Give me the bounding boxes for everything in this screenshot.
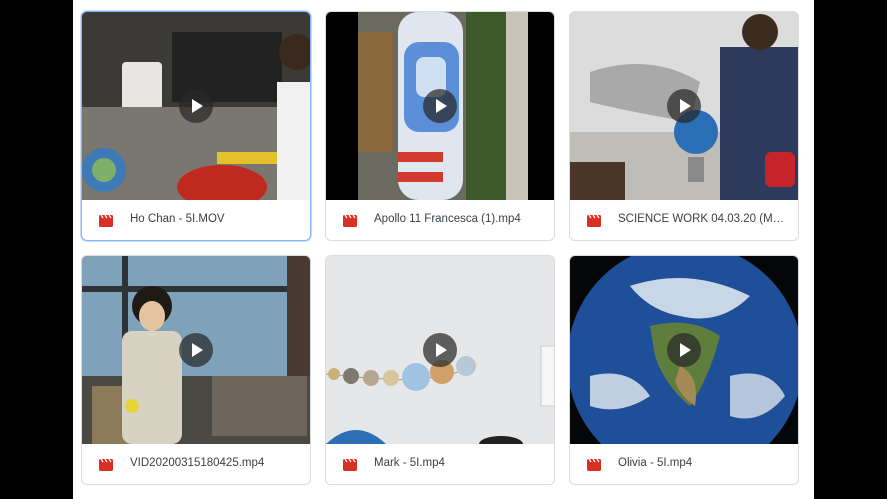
video-file-icon [343,214,357,227]
file-card[interactable]: Apollo 11 Francesca (1).mp4 [325,11,555,241]
file-card-footer: Apollo 11 Francesca (1).mp4 [326,200,554,240]
file-grid: Ho Chan - 5I.MOV Apollo 11 Francesca (1)… [73,0,814,499]
file-card-footer: Olivia - 5I.mp4 [570,444,798,484]
file-name: Mark - 5I.mp4 [374,457,445,469]
file-name: Olivia - 5I.mp4 [618,457,693,469]
play-icon[interactable] [423,333,457,367]
file-name: VID20200315180425.mp4 [130,457,265,469]
file-name: Apollo 11 Francesca (1).mp4 [374,213,521,225]
video-file-icon [99,458,113,471]
play-icon[interactable] [667,89,701,123]
video-thumbnail[interactable] [326,256,554,444]
play-icon[interactable] [423,89,457,123]
play-icon[interactable] [667,333,701,367]
file-card-footer: VID20200315180425.mp4 [82,444,310,484]
video-file-icon [343,458,357,471]
file-card[interactable]: Mark - 5I.mp4 [325,255,555,485]
video-thumbnail[interactable] [82,12,310,200]
file-card[interactable]: Ho Chan - 5I.MOV [81,11,311,241]
video-file-icon [99,214,113,227]
file-card[interactable]: SCIENCE WORK 04.03.20 (Mar ... [569,11,799,241]
file-card[interactable]: VID20200315180425.mp4 [81,255,311,485]
video-thumbnail[interactable] [570,256,798,444]
file-card[interactable]: Olivia - 5I.mp4 [569,255,799,485]
play-icon[interactable] [179,89,213,123]
video-file-icon [587,458,601,471]
file-name: Ho Chan - 5I.MOV [130,213,225,225]
file-card-footer: Mark - 5I.mp4 [326,444,554,484]
video-thumbnail[interactable] [82,256,310,444]
file-card-footer: SCIENCE WORK 04.03.20 (Mar ... [570,200,798,240]
video-file-icon [587,214,601,227]
video-thumbnail[interactable] [326,12,554,200]
file-name: SCIENCE WORK 04.03.20 (Mar ... [618,213,788,225]
file-card-footer: Ho Chan - 5I.MOV [82,200,310,240]
video-thumbnail[interactable] [570,12,798,200]
play-icon[interactable] [179,333,213,367]
